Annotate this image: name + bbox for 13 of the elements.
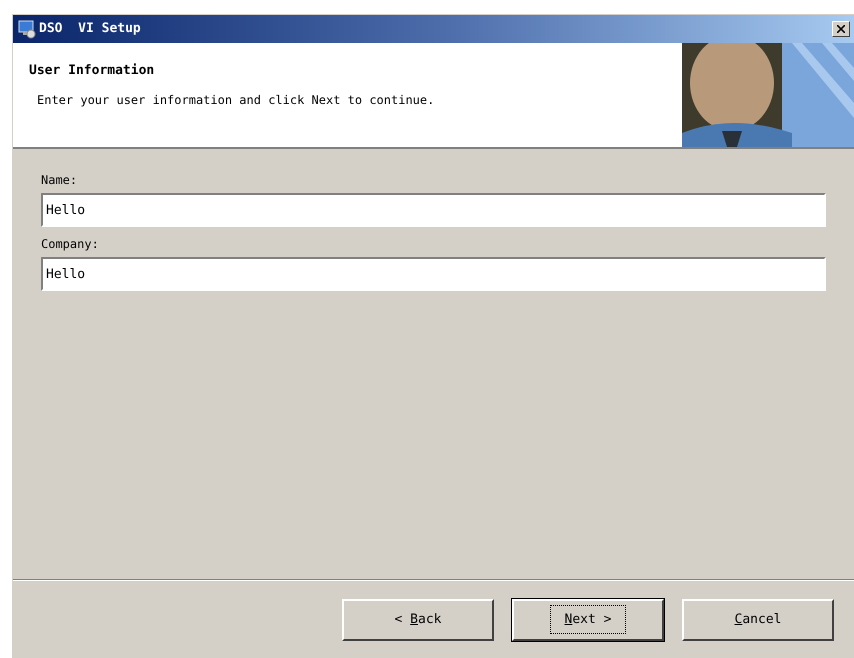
field-label: Company: <box>41 236 100 253</box>
close-icon <box>837 25 845 33</box>
header-subtitle: Enter your user information and click Next to continue. <box>36 92 436 108</box>
dialog-button[interactable]: Cancel <box>682 598 834 640</box>
input-field[interactable]: Hello <box>41 193 826 227</box>
field-label: Name: <box>41 172 78 189</box>
dialog-button[interactable]: Next > <box>512 598 664 640</box>
window-title: DSO VI Setup <box>39 20 141 38</box>
input-field[interactable]: Hello <box>41 257 826 291</box>
dialog-button[interactable]: < Back <box>342 598 494 640</box>
computer-icon <box>17 19 37 39</box>
close-button[interactable] <box>832 21 850 37</box>
header-title: User Information <box>29 62 156 80</box>
